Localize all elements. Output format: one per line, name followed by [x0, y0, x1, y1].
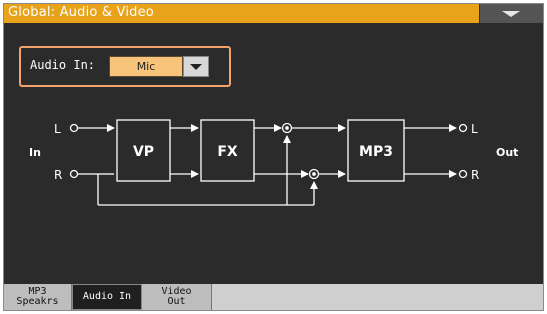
tab-video-out[interactable]: Video Out: [142, 284, 212, 310]
output-left-node: [458, 123, 468, 133]
tab-mp3-speakers[interactable]: MP3 Speakrs: [4, 284, 72, 310]
vp-label: VP: [133, 144, 154, 160]
output-right-node: [458, 169, 468, 179]
tab-audio-in[interactable]: Audio In: [72, 284, 142, 310]
tab-mp3-line2: Speakrs: [16, 296, 59, 307]
output-right-label: R: [471, 168, 479, 182]
signal-flow-diagram: In L R VP FX MP3 L R Out: [29, 119, 518, 206]
input-left-label: L: [54, 122, 61, 136]
tab-bar: MP3 Speakrs Audio In Video Out: [4, 284, 543, 310]
input-right-node: [69, 169, 79, 179]
tab-audio-in-label: Audio In: [82, 291, 132, 302]
mp3-label: MP3: [359, 144, 393, 160]
input-right-label: R: [54, 168, 62, 182]
tab-video-line2: Out: [167, 296, 186, 307]
out-label: Out: [496, 146, 518, 159]
audio-video-page: Global: Audio & Video Audio In: Mic In L…: [3, 3, 544, 311]
output-left-label: L: [471, 122, 478, 136]
in-label: In: [29, 146, 41, 159]
fx-label: FX: [217, 144, 238, 160]
input-left-node: [69, 123, 79, 133]
